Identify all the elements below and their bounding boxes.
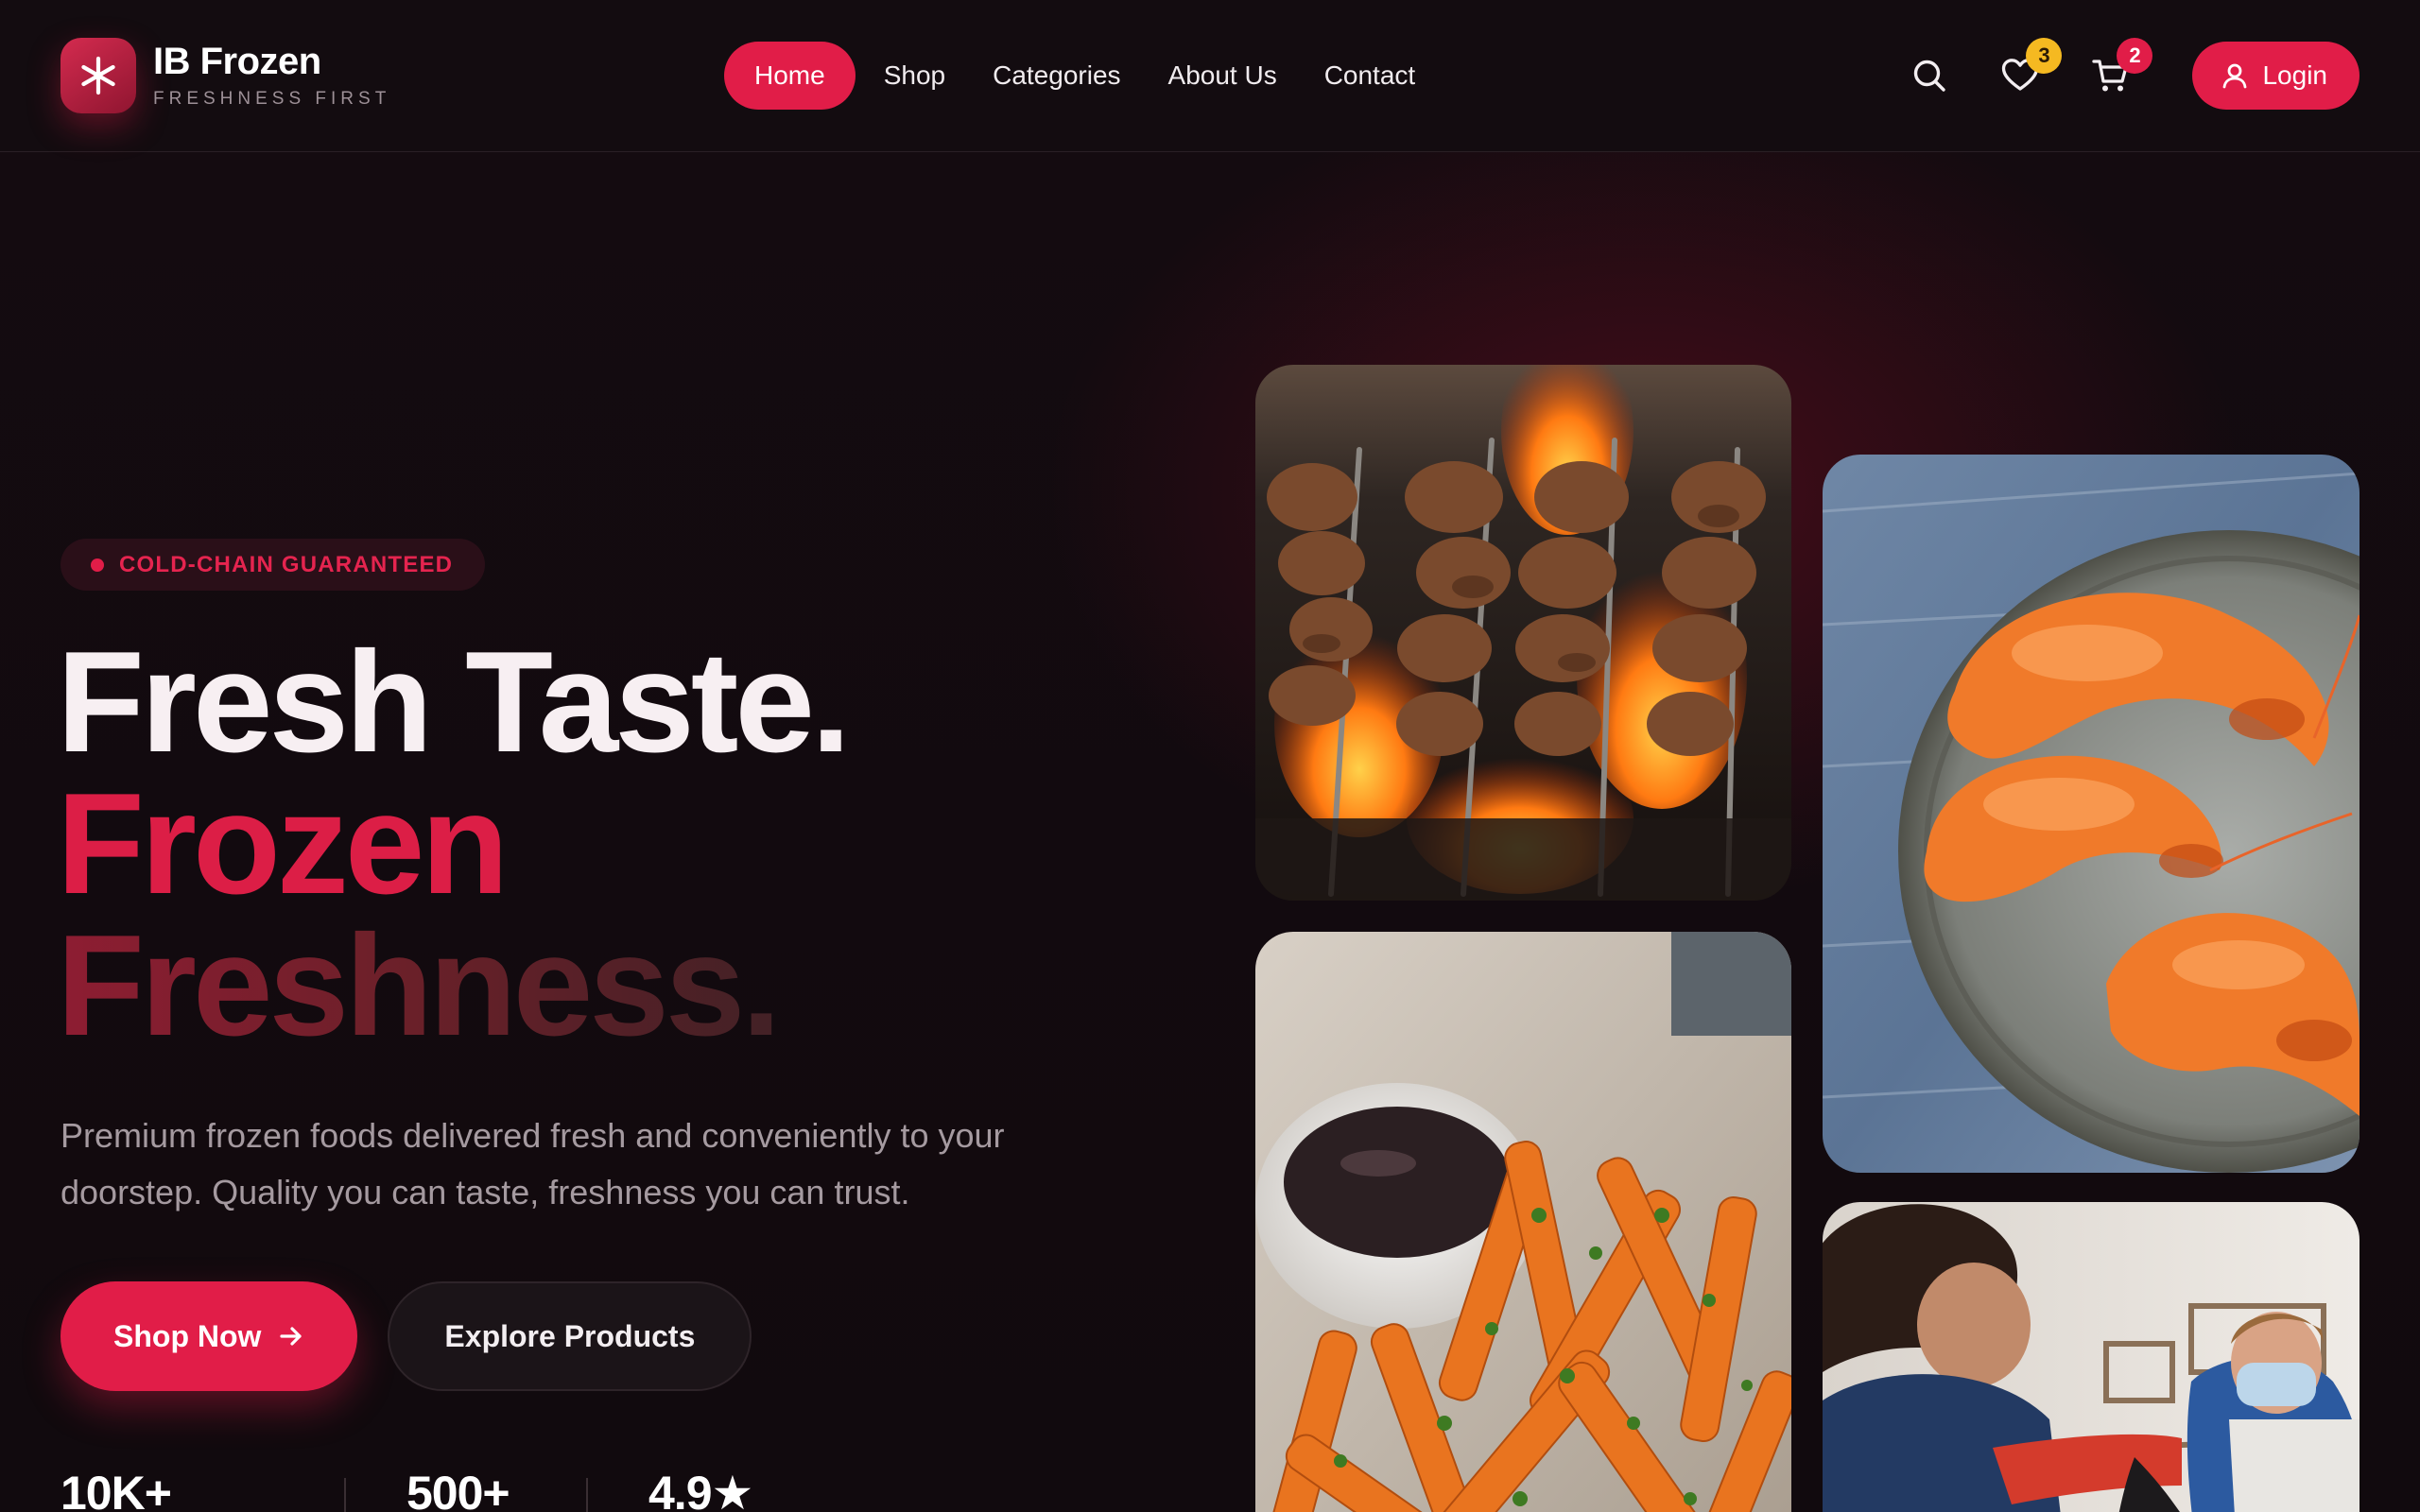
cart-button[interactable]: 2 [2084,38,2153,102]
nav-item-shop[interactable]: Shop [865,42,964,110]
search-icon [1914,60,1946,92]
stat-customers: 10K+ [60,1465,344,1512]
fries-with-dip-image [1255,932,1791,1512]
headline-line-2: Frozen [57,764,509,924]
landing-page: IB Frozen FRESHNESS FIRST Home Shop Cate… [0,0,2420,1512]
delivery-handoff-image [1823,1202,2360,1512]
explore-products-button[interactable]: Explore Products [388,1281,752,1391]
stat-divider [586,1478,588,1512]
hero-stats: 10K+ 500+ 4.9★ [60,1465,753,1512]
nav-item-home[interactable]: Home [724,42,856,110]
stat-rating: 4.9★ [648,1465,753,1512]
shop-now-button[interactable]: Shop Now [60,1281,358,1391]
hero-description: Premium frozen foods delivered fresh and… [60,1116,1005,1211]
arrow-right-icon [280,1327,302,1346]
badge-dot [91,558,104,572]
header-actions: 3 2 Login [1903,38,2360,110]
main-nav: Home Shop Categories About Us Contact [724,42,1434,110]
cart-count-badge: 2 [2117,38,2153,74]
headline-line-3: Freshness. [57,914,847,1057]
stat-divider [344,1478,346,1512]
stat-value: 4.9★ [648,1467,753,1512]
hero-headline: Fresh Taste. Frozen Freshness. [57,622,851,1057]
shrimp-plate-image [1823,455,2360,1173]
nav-item-about-us[interactable]: About Us [1150,42,1296,110]
user-icon [2223,63,2247,89]
search-button[interactable] [1903,49,1956,102]
hero-cta-row: Shop Now Explore Products [60,1281,752,1391]
brand-tagline: FRESHNESS FIRST [153,89,391,109]
brand-name: IB Frozen [153,41,321,82]
brand[interactable]: IB Frozen FRESHNESS FIRST [60,38,390,113]
stat-value: 10K+ [60,1467,172,1512]
wishlist-count-badge: 3 [2026,38,2063,74]
shop-now-label: Shop Now [113,1318,262,1353]
login-button[interactable]: Login [2192,42,2360,110]
stat-value: 500+ [406,1467,510,1512]
nav-item-contact[interactable]: Contact [1305,42,1435,110]
wishlist-button[interactable]: 3 [1994,38,2063,102]
cold-chain-badge-text: COLD-CHAIN GUARANTEED [119,551,454,577]
brand-text: IB Frozen FRESHNESS FIRST [153,40,390,112]
kebab-skewers-image [1255,365,1791,901]
nav-item-categories[interactable]: Categories [974,42,1139,110]
site-header: IB Frozen FRESHNESS FIRST Home Shop Cate… [0,0,2420,152]
snowflake-icon [60,38,136,113]
cold-chain-badge: COLD-CHAIN GUARANTEED [60,539,486,591]
login-label: Login [2262,60,2327,90]
headline-line-1: Fresh Taste. [57,622,851,782]
stat-products: 500+ [406,1465,586,1512]
